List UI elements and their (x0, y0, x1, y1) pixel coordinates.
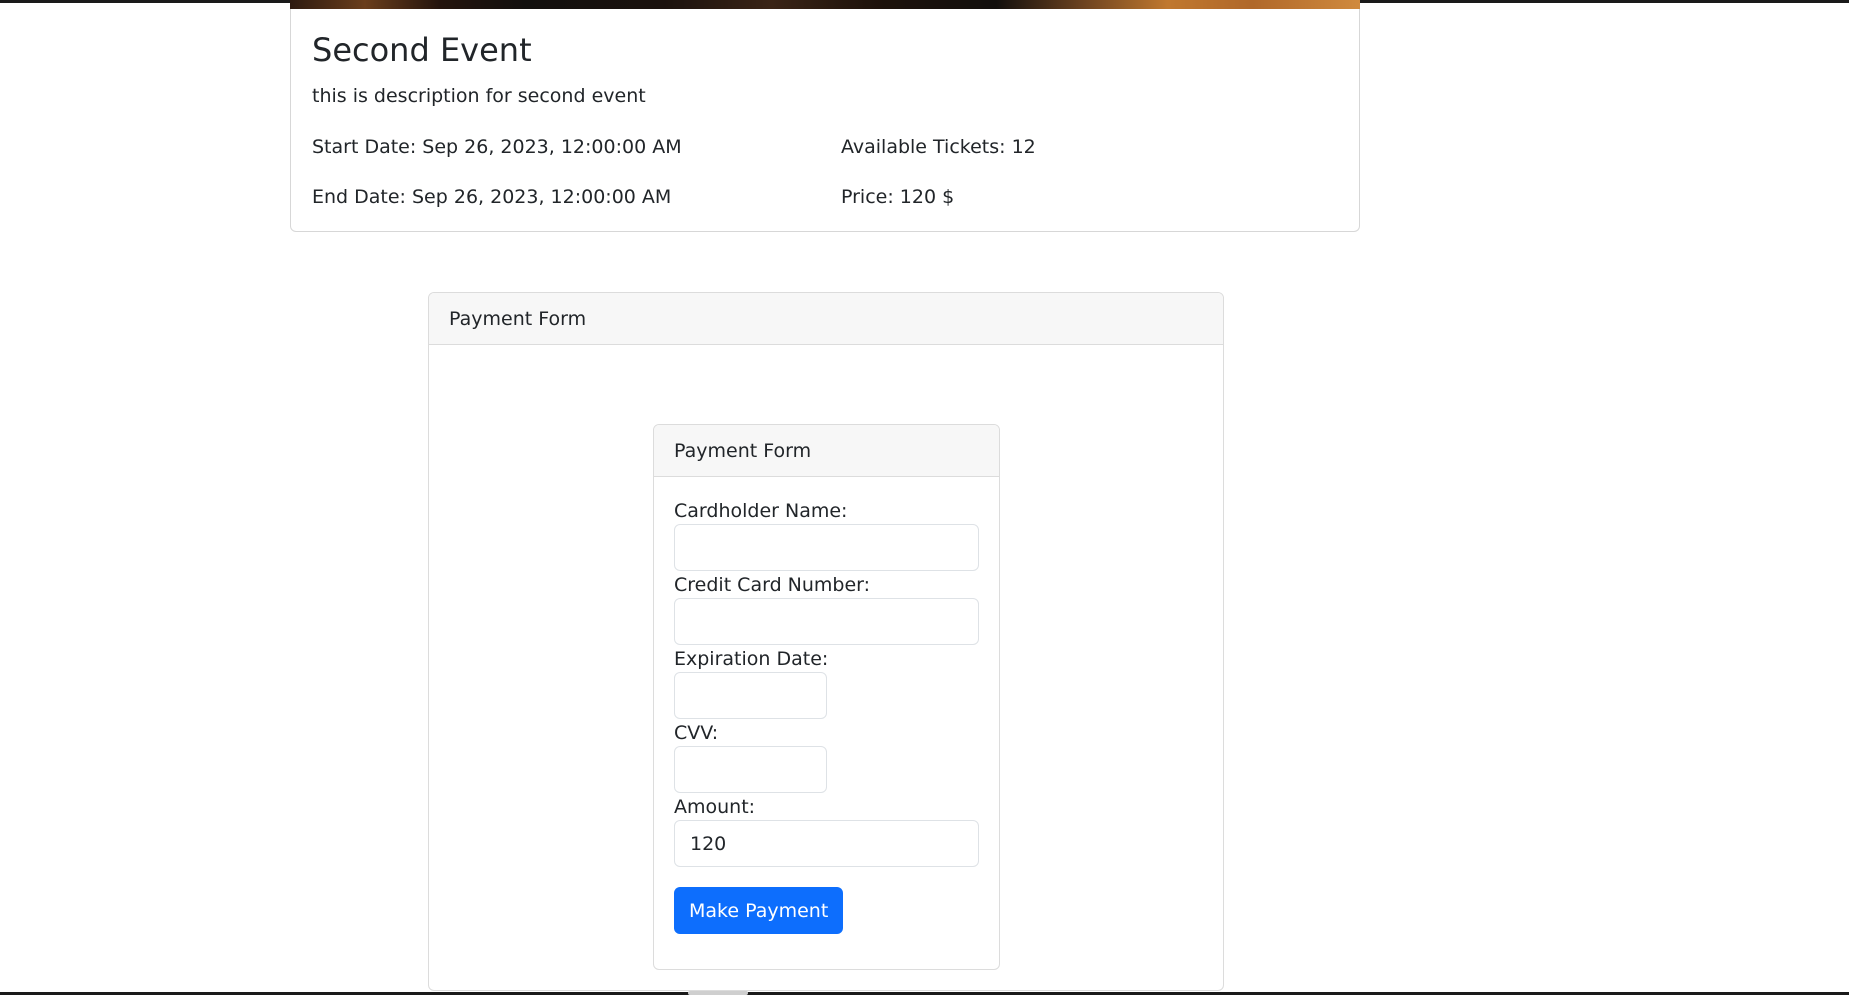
scroll-handle (688, 991, 748, 995)
event-title: Second Event (312, 31, 532, 69)
amount-label: Amount: (674, 796, 756, 818)
payment-form: Cardholder Name: Credit Card Number: Exp… (654, 477, 999, 934)
cvv-input[interactable] (674, 746, 827, 793)
event-start-date: Start Date: Sep 26, 2023, 12:00:00 AM (312, 136, 682, 158)
cvv-label: CVV: (674, 722, 719, 744)
expiration-date-label: Expiration Date: (674, 648, 829, 670)
event-image (290, 0, 1360, 9)
cardholder-name-input[interactable] (674, 524, 979, 571)
amount-input[interactable] (674, 820, 979, 867)
outer-card-header: Payment Form (429, 293, 1223, 345)
expiration-date-input[interactable] (674, 672, 827, 719)
card-number-label: Credit Card Number: (674, 574, 871, 596)
event-description: this is description for second event (312, 85, 646, 107)
event-price: Price: 120 $ (841, 186, 955, 208)
event-available-tickets: Available Tickets: 12 (841, 136, 1036, 158)
event-end-date: End Date: Sep 26, 2023, 12:00:00 AM (312, 186, 672, 208)
payment-form-card: Payment Form Cardholder Name: Credit Car… (653, 424, 1000, 970)
payment-form-header: Payment Form (654, 425, 999, 477)
card-number-input[interactable] (674, 598, 979, 645)
cardholder-name-label: Cardholder Name: (674, 500, 848, 522)
make-payment-button[interactable]: Make Payment (674, 887, 844, 934)
event-card: Second Event this is description for sec… (290, 0, 1360, 232)
payment-outer-card: Payment Form Payment Form Cardholder Nam… (428, 292, 1224, 991)
